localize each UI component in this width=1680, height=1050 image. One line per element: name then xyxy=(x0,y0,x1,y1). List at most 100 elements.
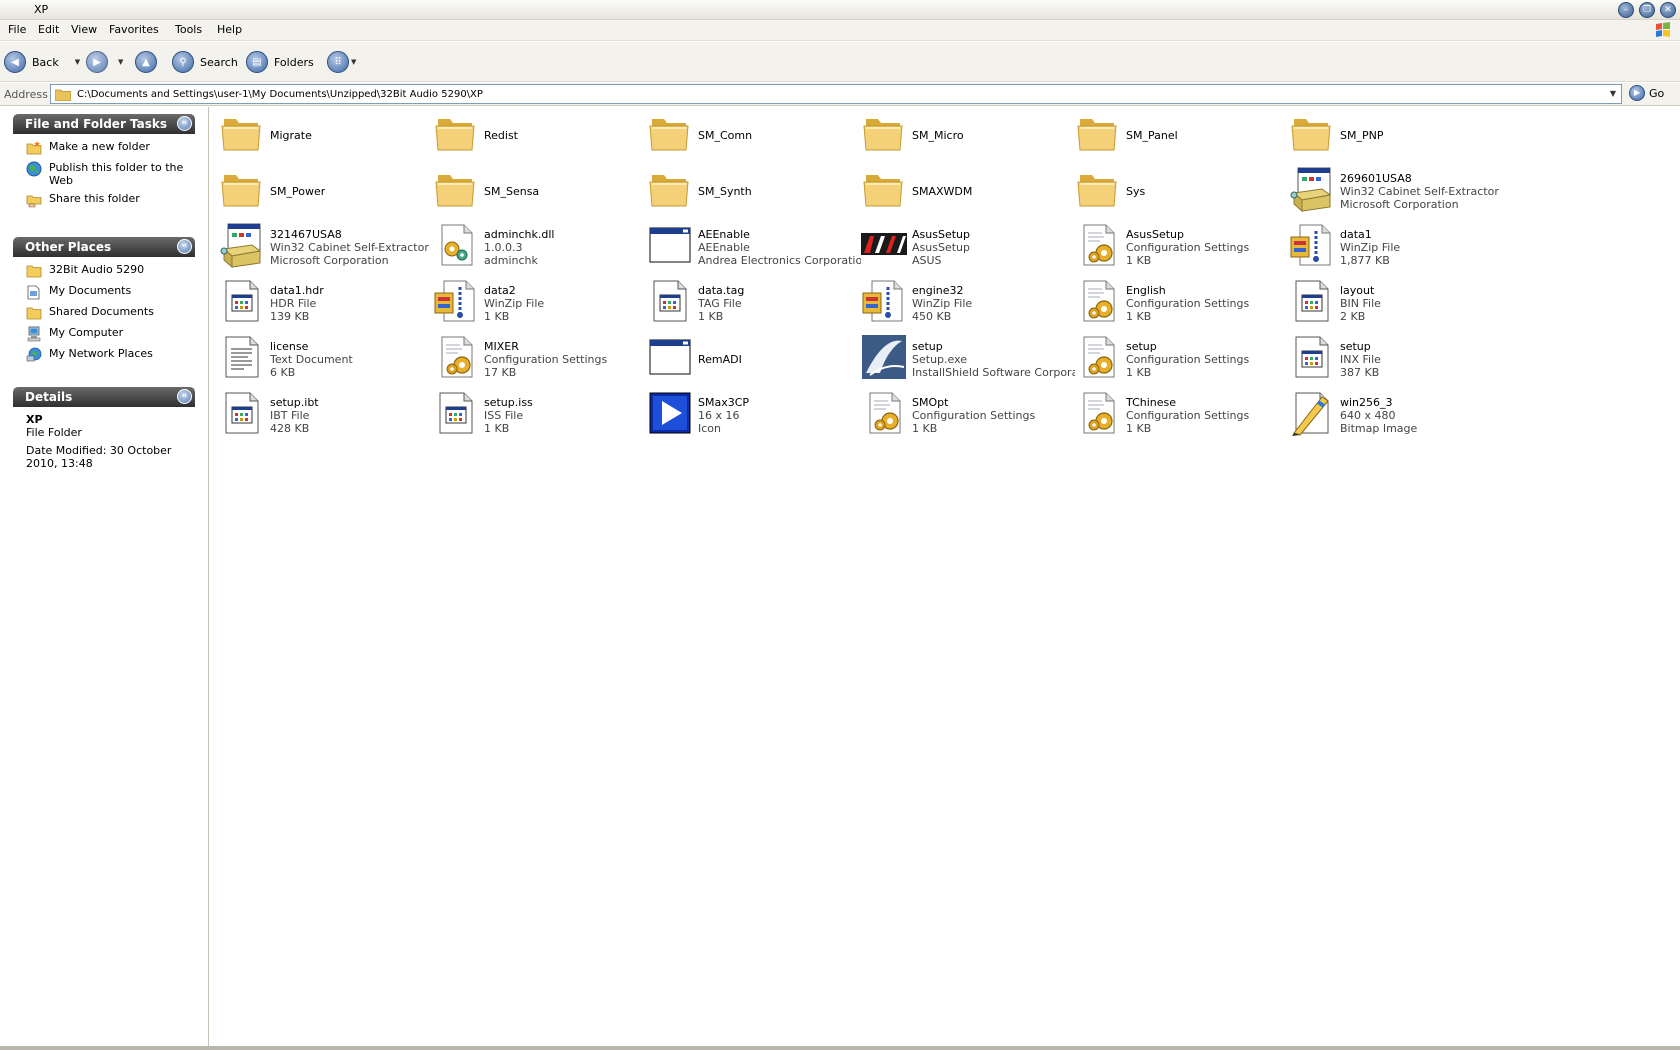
folder-icon xyxy=(860,165,908,213)
address-dropdown-icon[interactable]: ▼ xyxy=(1605,85,1621,103)
task-link-label: Publish this folder to the Web xyxy=(49,161,184,187)
menu-view[interactable]: View xyxy=(68,23,100,36)
folder-icon xyxy=(432,165,480,213)
file-type: TAG File xyxy=(698,296,742,310)
installer-icon xyxy=(218,221,266,269)
file-item[interactable]: license Text Document 6 KB xyxy=(218,333,433,385)
play-icon xyxy=(646,389,694,437)
menu-favorites[interactable]: Favorites xyxy=(106,23,162,36)
close-button[interactable]: ✕ xyxy=(1660,2,1676,18)
file-item[interactable]: SMax3CP 16 x 16 Icon xyxy=(646,389,861,441)
file-info: 1 KB xyxy=(484,421,510,435)
file-item[interactable]: AEEnable AEEnable Andrea Electronics Corpo… xyxy=(646,221,861,273)
file-name: setup xyxy=(912,339,943,353)
menu-help[interactable]: Help xyxy=(214,23,245,36)
file-item[interactable]: AsusSetup Configuration Settings 1 KB xyxy=(1074,221,1289,273)
address-bar: Address C:\Documents and Settings\user-1… xyxy=(0,83,1680,106)
folder-item[interactable]: SM_Sensa xyxy=(432,165,647,217)
file-name: SM_Sensa xyxy=(484,184,540,198)
collapse-icon[interactable]: « xyxy=(177,239,192,254)
back-button[interactable]: ◀ Back ▼ xyxy=(4,49,80,75)
file-item[interactable]: data.tag TAG File 1 KB xyxy=(646,277,861,329)
file-name: setup xyxy=(1340,339,1371,353)
details-panel: Details « XP File Folder Date Modified: … xyxy=(13,387,195,470)
title-bar[interactable]: XP – ❐ ✕ xyxy=(0,0,1680,20)
task-link[interactable]: Share this folder xyxy=(13,192,195,208)
file-item[interactable]: setup INX File 387 KB xyxy=(1288,333,1503,385)
other-places-header[interactable]: Other Places « xyxy=(13,237,195,257)
folder-item[interactable]: SM_Synth xyxy=(646,165,861,217)
file-item[interactable]: MIXER Configuration Settings 17 KB xyxy=(432,333,647,385)
menu-edit[interactable]: Edit xyxy=(35,23,62,36)
folder-item[interactable]: Migrate xyxy=(218,109,433,161)
folders-button[interactable]: ▤ Folders xyxy=(246,49,314,75)
file-item[interactable]: 269601USA8 Win32 Cabinet Self-Extractor Mi… xyxy=(1288,165,1503,217)
menu-file[interactable]: File xyxy=(5,23,29,36)
file-folder-tasks-title: File and Folder Tasks xyxy=(25,117,168,131)
folder-item[interactable]: SM_Micro xyxy=(860,109,1075,161)
collapse-icon[interactable]: « xyxy=(177,116,192,131)
file-item[interactable]: data2 WinZip File 1 KB xyxy=(432,277,647,329)
folder-icon xyxy=(1288,109,1336,157)
file-item[interactable]: setup.iss ISS File 1 KB xyxy=(432,389,647,441)
file-item[interactable]: engine32 WinZip File 450 KB xyxy=(860,277,1075,329)
forward-dropdown-icon[interactable]: ▼ xyxy=(118,58,123,66)
folder-item[interactable]: SM_Power xyxy=(218,165,433,217)
folder-item[interactable]: Redist xyxy=(432,109,647,161)
place-link[interactable]: My Network Places xyxy=(13,347,195,363)
file-item[interactable]: setup.ibt IBT File 428 KB xyxy=(218,389,433,441)
file-type: 1.0.0.3 xyxy=(484,240,523,254)
folder-item[interactable]: SMAXWDM xyxy=(860,165,1075,217)
folder-item[interactable]: SM_Panel xyxy=(1074,109,1289,161)
file-item[interactable]: layout BIN File 2 KB xyxy=(1288,277,1503,329)
search-button[interactable]: ⚲ Search xyxy=(172,49,238,75)
minimize-button[interactable]: – xyxy=(1618,2,1634,18)
file-item[interactable]: AsusSetup AsusSetup ASUS xyxy=(860,221,1075,273)
file-item[interactable]: SMOpt Configuration Settings 1 KB xyxy=(860,389,1075,441)
place-link[interactable]: 32Bit Audio 5290 xyxy=(13,263,195,279)
place-link-label: 32Bit Audio 5290 xyxy=(49,263,145,276)
folder-item[interactable]: SM_Comn xyxy=(646,109,861,161)
restore-button[interactable]: ❐ xyxy=(1639,2,1655,18)
file-name: SM_PNP xyxy=(1340,128,1384,142)
file-item[interactable]: win256_3 640 x 480 Bitmap Image xyxy=(1288,389,1503,441)
place-link[interactable]: Shared Documents xyxy=(13,305,195,321)
details-header[interactable]: Details « xyxy=(13,387,195,407)
file-type: INX File xyxy=(1340,352,1381,366)
file-name: SM_Comn xyxy=(698,128,753,142)
generic-icon xyxy=(218,277,266,325)
generic-icon xyxy=(432,389,480,437)
back-dropdown-icon[interactable]: ▼ xyxy=(75,58,80,66)
back-arrow-icon: ◀ xyxy=(4,51,26,73)
file-item[interactable]: TChinese Configuration Settings 1 KB xyxy=(1074,389,1289,441)
file-folder-tasks-header[interactable]: File and Folder Tasks « xyxy=(13,114,195,134)
views-button[interactable]: ⠿ ▼ xyxy=(327,49,356,75)
file-item[interactable]: English Configuration Settings 1 KB xyxy=(1074,277,1289,329)
up-folder-button[interactable]: ▲ xyxy=(135,49,157,75)
file-item[interactable]: adminchk.dll 1.0.0.3 adminchk xyxy=(432,221,647,273)
folder-item[interactable]: SM_PNP xyxy=(1288,109,1503,161)
task-link[interactable]: Publish this folder to the Web xyxy=(13,161,195,187)
file-name: setup.ibt xyxy=(270,395,319,409)
place-link[interactable]: My Documents xyxy=(13,284,195,300)
file-item[interactable]: RemADI xyxy=(646,333,861,385)
search-label: Search xyxy=(200,55,238,69)
config-icon xyxy=(1074,221,1122,269)
task-link[interactable]: Make a new folder xyxy=(13,140,195,156)
go-button[interactable]: ▶ Go xyxy=(1629,85,1664,101)
file-type: HDR File xyxy=(270,296,317,310)
file-item[interactable]: setup Setup.exe InstallShield Software Cor… xyxy=(860,333,1075,385)
file-item[interactable]: data1 WinZip File 1,877 KB xyxy=(1288,221,1503,273)
up-arrow-icon: ▲ xyxy=(135,51,157,73)
folder-item[interactable]: Sys xyxy=(1074,165,1289,217)
address-input[interactable]: C:\Documents and Settings\user-1\My Docu… xyxy=(50,84,1622,104)
forward-button[interactable]: ▶ ▼ xyxy=(86,49,123,75)
file-list-view[interactable]: Migrate Redist SM_Comn SM_Micro SM_Panel SM_P… xyxy=(210,107,1680,1050)
place-link[interactable]: My Computer xyxy=(13,326,195,342)
menu-tools[interactable]: Tools xyxy=(172,23,205,36)
file-item[interactable]: 321467USA8 Win32 Cabinet Self-Extractor Mi… xyxy=(218,221,433,273)
file-info: 387 KB xyxy=(1340,365,1380,379)
file-item[interactable]: setup Configuration Settings 1 KB xyxy=(1074,333,1289,385)
file-item[interactable]: data1.hdr HDR File 139 KB xyxy=(218,277,433,329)
collapse-icon[interactable]: « xyxy=(177,389,192,404)
